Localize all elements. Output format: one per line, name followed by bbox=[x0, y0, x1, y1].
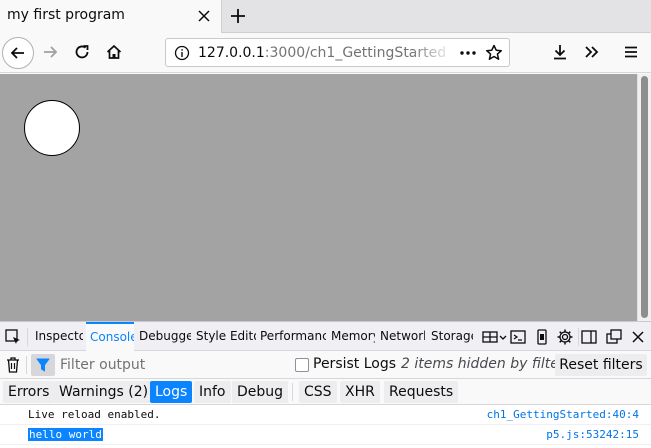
console-message: hello world p5.js:53242:15 bbox=[0, 425, 651, 445]
split-console-icon[interactable] bbox=[481, 328, 499, 346]
url-host: 127.0.0.1 bbox=[198, 45, 265, 61]
close-devtools-icon[interactable] bbox=[629, 328, 647, 346]
console-output: Live reload enabled. ch1_GettingStarted:… bbox=[0, 405, 651, 448]
hidden-items-count: 2 items hidden by filters bbox=[401, 356, 572, 372]
settings-gear-icon[interactable] bbox=[556, 328, 574, 346]
home-button[interactable] bbox=[100, 38, 128, 66]
filter-logs[interactable]: Logs bbox=[150, 381, 193, 403]
canvas-background bbox=[0, 74, 637, 321]
filter-warnings[interactable]: Warnings (2) bbox=[54, 381, 154, 403]
chevron-double-right-icon bbox=[585, 46, 599, 58]
page-actions-icon[interactable] bbox=[458, 43, 478, 63]
scratchpad-icon[interactable] bbox=[509, 328, 527, 346]
tab-inspector[interactable]: Inspector bbox=[35, 322, 83, 351]
canvas-circle bbox=[24, 100, 80, 156]
hamburger-menu-icon bbox=[625, 46, 637, 58]
responsive-mode-icon[interactable] bbox=[533, 328, 551, 346]
toolbar-divider bbox=[27, 328, 28, 346]
message-text: hello world bbox=[28, 428, 103, 441]
toolbar-divider bbox=[578, 328, 579, 346]
message-source-link[interactable]: p5.js:53242:15 bbox=[546, 428, 639, 441]
forward-button[interactable] bbox=[36, 38, 64, 66]
reload-button[interactable] bbox=[68, 38, 96, 66]
toolbar-divider bbox=[292, 383, 293, 401]
separate-window-icon[interactable] bbox=[605, 328, 623, 346]
reset-filters-button[interactable]: Reset filters bbox=[555, 354, 647, 376]
nav-toolbar: 127.0.0.1:3000/ch1_GettingStarted bbox=[0, 33, 651, 73]
tab-storage[interactable]: Storage bbox=[431, 322, 473, 351]
filter-requests[interactable]: Requests bbox=[384, 381, 459, 403]
element-picker-icon[interactable] bbox=[4, 328, 22, 346]
filter-errors[interactable]: Errors bbox=[3, 381, 55, 403]
funnel-icon bbox=[36, 358, 50, 372]
p5-canvas[interactable] bbox=[0, 74, 637, 321]
filter-output-input[interactable] bbox=[60, 355, 280, 375]
tab-style-editor[interactable]: Style Editor bbox=[196, 322, 256, 351]
reload-icon bbox=[75, 45, 89, 59]
tab-title: my first program bbox=[7, 7, 125, 23]
chevron-down-icon[interactable] bbox=[498, 328, 508, 346]
persist-logs-label[interactable]: Persist Logs bbox=[313, 356, 396, 372]
browser-tab[interactable]: my first program bbox=[0, 0, 222, 33]
downloads-button[interactable] bbox=[546, 38, 574, 66]
new-tab-icon[interactable] bbox=[228, 6, 248, 26]
tab-debugger[interactable]: Debugger bbox=[139, 322, 191, 351]
overflow-button[interactable] bbox=[578, 38, 606, 66]
url-fade bbox=[412, 41, 454, 65]
download-icon bbox=[554, 45, 566, 60]
filter-info[interactable]: Info bbox=[194, 381, 231, 403]
page-content bbox=[0, 74, 651, 321]
tab-performance[interactable]: Performance bbox=[260, 322, 326, 351]
vertical-scrollbar[interactable] bbox=[637, 74, 651, 321]
message-text: Live reload enabled. bbox=[28, 408, 161, 421]
filter-toggle-button[interactable] bbox=[31, 354, 55, 376]
url-bar[interactable]: 127.0.0.1:3000/ch1_GettingStarted bbox=[165, 38, 510, 67]
close-icon[interactable] bbox=[196, 8, 212, 24]
trash-icon[interactable] bbox=[5, 356, 21, 374]
back-button[interactable] bbox=[2, 37, 34, 69]
console-filter-bar: Persist Logs 2 items hidden by filters R… bbox=[0, 351, 651, 379]
home-icon bbox=[106, 44, 122, 59]
filter-xhr[interactable]: XHR bbox=[340, 381, 380, 403]
dock-side-icon[interactable] bbox=[580, 328, 598, 346]
arrow-right-icon bbox=[44, 46, 58, 58]
toolbar-divider bbox=[26, 356, 27, 374]
scrollbar-thumb[interactable] bbox=[641, 76, 648, 318]
tab-strip: my first program bbox=[0, 0, 651, 33]
info-icon[interactable] bbox=[174, 45, 190, 61]
log-level-filters: Errors Warnings (2) Logs Info Debug CSS … bbox=[0, 379, 651, 405]
console-message: Live reload enabled. ch1_GettingStarted:… bbox=[0, 405, 651, 425]
persist-logs-checkbox[interactable] bbox=[295, 358, 309, 372]
arrow-left-icon bbox=[10, 47, 24, 59]
filter-debug[interactable]: Debug bbox=[232, 381, 289, 403]
bookmark-star-icon[interactable] bbox=[484, 43, 504, 63]
filter-css[interactable]: CSS bbox=[299, 381, 337, 403]
menu-button[interactable] bbox=[617, 38, 645, 66]
message-source-link[interactable]: ch1_GettingStarted:40:4 bbox=[487, 408, 639, 421]
tab-memory[interactable]: Memory bbox=[331, 322, 375, 351]
devtools-toolbar: Inspector Console Debugger Style Editor … bbox=[0, 321, 651, 351]
tab-network[interactable]: Network bbox=[380, 322, 425, 351]
tab-console[interactable]: Console bbox=[86, 322, 134, 351]
